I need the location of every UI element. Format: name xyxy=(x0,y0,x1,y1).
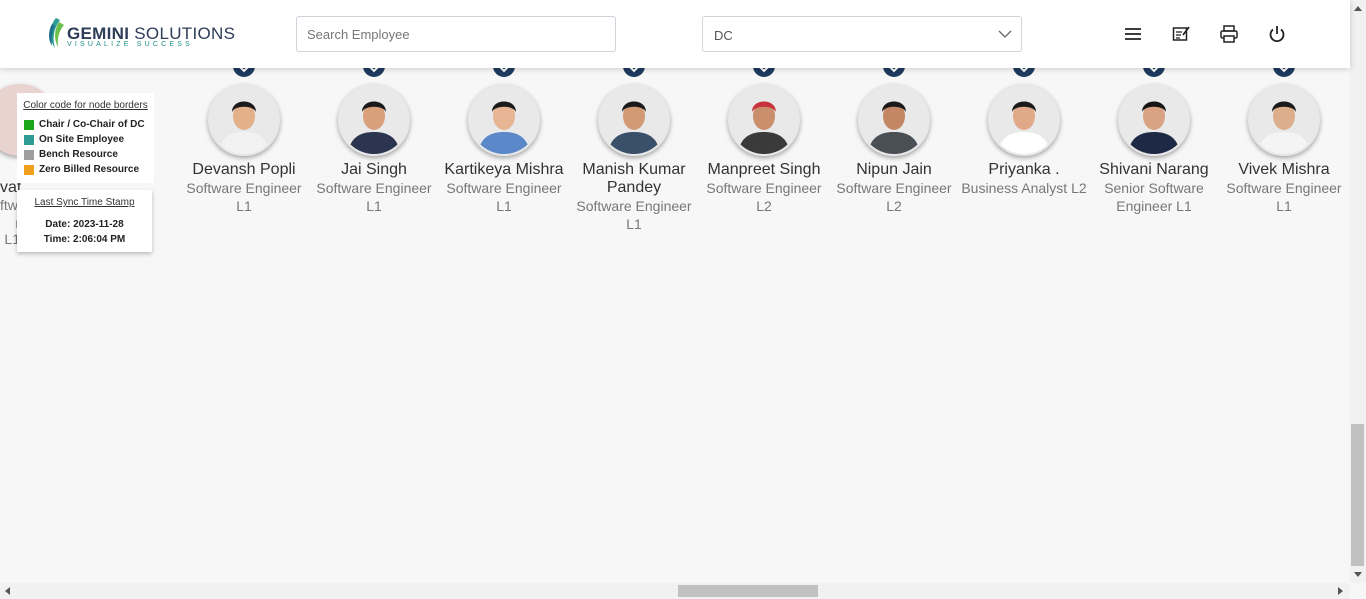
employee-node[interactable]: Shivani Narang Senior Software Engineer L… xyxy=(1089,84,1219,215)
avatar[interactable] xyxy=(338,84,410,156)
sync-title: Last Sync Time Stamp xyxy=(34,197,135,208)
avatar-photo xyxy=(600,86,668,154)
avatar[interactable] xyxy=(598,84,670,156)
expand-chevron-icon[interactable] xyxy=(752,68,776,80)
employee-node[interactable]: Jai Singh Software Engineer L1 xyxy=(309,84,439,215)
legend-title: Color code for node borders xyxy=(23,100,148,111)
dc-select-value: DC xyxy=(714,28,733,43)
legend-swatch-gray xyxy=(24,149,34,160)
expand-chevron-icon[interactable] xyxy=(1142,68,1166,80)
legend-label: Zero Billed Resource xyxy=(39,164,140,175)
sync-time: Time: 2:06:04 PM xyxy=(43,234,126,245)
employee-name: Jai Singh xyxy=(341,161,407,178)
leaf-logo-icon xyxy=(49,18,64,48)
avatar[interactable] xyxy=(728,84,800,156)
power-icon[interactable] xyxy=(1267,24,1287,44)
edit-note-icon[interactable] xyxy=(1171,24,1191,44)
top-header: GEMINI SOLUTIONS VISUALIZE SUCCESS DC xyxy=(0,0,1350,68)
menu-icon[interactable] xyxy=(1123,24,1143,44)
expand-chevron-icon[interactable] xyxy=(882,68,906,80)
sync-date: Date: 2023-11-28 xyxy=(45,219,124,230)
avatar-photo xyxy=(860,86,928,154)
avatar-photo xyxy=(1250,86,1318,154)
avatar[interactable] xyxy=(988,84,1060,156)
employee-role: Senior Software Engineer L1 xyxy=(1104,180,1204,214)
gemini-logo[interactable]: GEMINI SOLUTIONS VISUALIZE SUCCESS xyxy=(46,16,235,52)
vertical-scroll-thumb[interactable] xyxy=(1351,424,1364,566)
employee-node[interactable]: Nipun Jain Software Engineer L2 xyxy=(829,84,959,215)
legend-item: On Site Employee xyxy=(23,132,148,147)
employee-name: Kartikeya Mishra xyxy=(444,161,564,178)
legend-item: Bench Resource xyxy=(23,147,148,162)
avatar[interactable] xyxy=(1248,84,1320,156)
employee-role: Software Engineer L1 xyxy=(316,180,432,214)
employee-node[interactable]: Manish Kumar Pandey Software Engineer L1 xyxy=(569,84,699,233)
org-chart-canvas[interactable]: m vat ftwa r L1 Color code for node bord… xyxy=(0,68,1350,583)
scroll-left-arrow[interactable] xyxy=(5,587,10,595)
avatar-photo xyxy=(990,86,1058,154)
avatar[interactable] xyxy=(858,84,930,156)
employee-role: Software Engineer L2 xyxy=(706,180,822,214)
avatar-photo xyxy=(730,86,798,154)
legend-item: Zero Billed Resource xyxy=(23,162,148,177)
scroll-right-arrow[interactable] xyxy=(1338,587,1343,595)
employee-role: Software Engineer L2 xyxy=(836,180,952,214)
employee-name: Manpreet Singh xyxy=(707,161,821,178)
avatar-photo xyxy=(1120,86,1188,154)
expand-chevron-icon[interactable] xyxy=(362,68,386,80)
employee-node[interactable]: Kartikeya Mishra Software Engineer L1 xyxy=(439,84,569,215)
avatar-photo xyxy=(210,86,278,154)
employee-name: Nipun Jain xyxy=(856,161,932,178)
legend-label: Chair / Co-Chair of DC xyxy=(39,119,145,130)
employee-role: Software Engineer L1 xyxy=(446,180,562,214)
horizontal-scrollbar[interactable] xyxy=(0,583,1350,599)
dc-select-dropdown[interactable]: DC xyxy=(702,16,1022,52)
legend-item: Chair / Co-Chair of DC xyxy=(23,117,148,132)
employee-role: Business Analyst L2 xyxy=(961,180,1087,196)
expand-chevron-icon[interactable] xyxy=(622,68,646,80)
employee-name: Priyanka . xyxy=(988,161,1060,178)
legend-label: On Site Employee xyxy=(39,134,125,145)
horizontal-scroll-thumb[interactable] xyxy=(678,585,818,597)
sync-timestamp-box: Last Sync Time Stamp Date: 2023-11-28 Ti… xyxy=(17,190,152,252)
legend-swatch-teal xyxy=(24,134,34,145)
logo-tagline: VISUALIZE SUCCESS xyxy=(67,41,193,48)
employee-name: Manish Kumar Pandey xyxy=(582,161,686,196)
scroll-up-arrow[interactable] xyxy=(1354,6,1362,11)
chevron-down-icon xyxy=(998,30,1012,38)
employee-node[interactable]: Priyanka . Business Analyst L2 xyxy=(959,84,1089,197)
avatar[interactable] xyxy=(208,84,280,156)
employee-role: Software Engineer L1 xyxy=(186,180,302,214)
scroll-down-arrow[interactable] xyxy=(1354,572,1362,577)
employee-node[interactable]: Manpreet Singh Software Engineer L2 xyxy=(699,84,829,215)
legend-swatch-orange xyxy=(24,164,34,175)
legend-swatch-green xyxy=(24,119,34,130)
employee-name: Vivek Mishra xyxy=(1238,161,1330,178)
legend-label: Bench Resource xyxy=(39,149,118,160)
avatar[interactable] xyxy=(468,84,540,156)
employee-node[interactable]: Devansh Popli Software Engineer L1 xyxy=(179,84,309,215)
expand-chevron-icon[interactable] xyxy=(1012,68,1036,80)
employee-name: Devansh Popli xyxy=(192,161,296,178)
employee-node[interactable]: Vivek Mishra Software Engineer L1 xyxy=(1219,84,1349,215)
expand-chevron-icon[interactable] xyxy=(232,68,256,80)
expand-chevron-icon[interactable] xyxy=(492,68,516,80)
search-employee-input[interactable] xyxy=(296,16,616,52)
expand-chevron-icon[interactable] xyxy=(1272,68,1296,80)
employee-role: Software Engineer L1 xyxy=(1226,180,1342,214)
print-icon[interactable] xyxy=(1219,24,1239,44)
avatar-photo xyxy=(340,86,408,154)
avatar[interactable] xyxy=(1118,84,1190,156)
employee-role: Software Engineer L1 xyxy=(576,198,692,232)
employee-name: Shivani Narang xyxy=(1099,161,1209,178)
color-legend: Color code for node borders Chair / Co-C… xyxy=(17,93,154,183)
avatar-photo xyxy=(470,86,538,154)
